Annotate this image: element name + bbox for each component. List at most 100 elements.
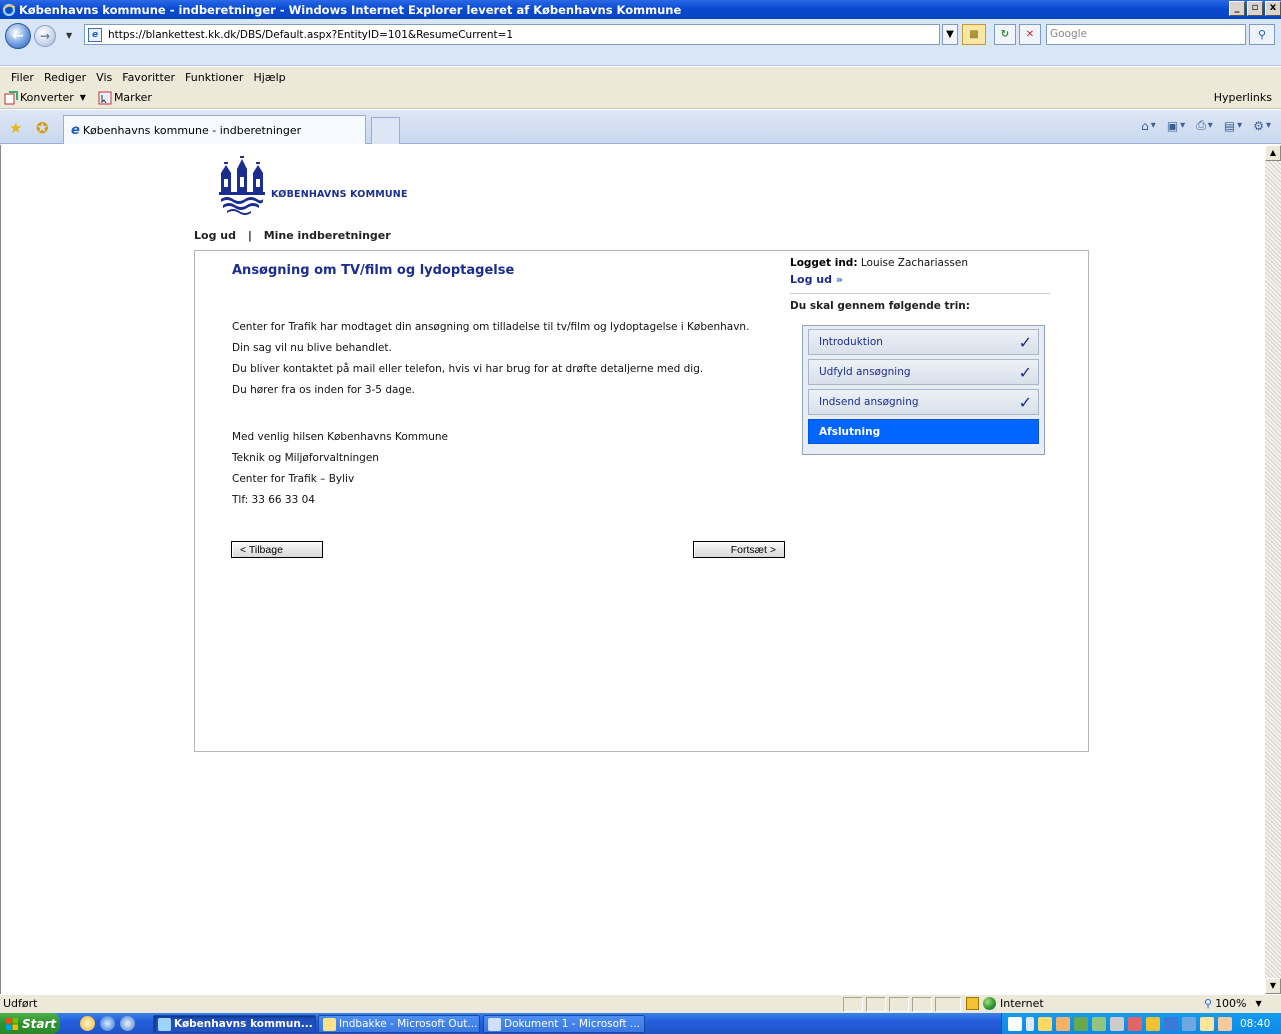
system-tray: 08:40: [1001, 1013, 1281, 1034]
quicklaunch-desktop-icon[interactable]: [120, 1016, 135, 1031]
search-input[interactable]: Google: [1046, 24, 1246, 45]
taskbar-item-word[interactable]: Dokument 1 - Microsoft ...: [483, 1015, 645, 1033]
logged-in-status: Logget ind: Louise Zachariassen: [790, 257, 968, 269]
forward-arrow-icon[interactable]: →: [34, 25, 56, 47]
step-label: Introduktion: [819, 336, 883, 348]
minimize-button[interactable]: _: [1229, 1, 1245, 16]
zoom-dropdown-icon[interactable]: ▼: [1256, 999, 1262, 1008]
quicklaunch-ie-icon[interactable]: [100, 1016, 115, 1031]
page-menu-icon[interactable]: ▤ ▾: [1224, 119, 1242, 133]
refresh-icon[interactable]: ↻: [994, 24, 1016, 45]
my-reports-link[interactable]: Mine indberetninger: [264, 229, 391, 242]
antivirus-icon[interactable]: [1128, 1016, 1142, 1031]
security-zone[interactable]: Internet: [966, 997, 1044, 1010]
step-completion[interactable]: Afslutning: [808, 419, 1039, 444]
start-label: Start: [22, 1016, 57, 1031]
command-bar: ⌂ ▾ ▣ ▾ ⎙ ▾ ▤ ▾ ⚙ ▾: [1141, 118, 1271, 133]
step-label: Afslutning: [819, 425, 881, 438]
security-icon[interactable]: [1092, 1016, 1106, 1031]
back-arrow-icon[interactable]: ←: [5, 23, 31, 49]
add-favorites-icon[interactable]: ✪: [36, 119, 49, 137]
checkmark-icon: ✓: [1018, 362, 1032, 382]
hyperlinks-link[interactable]: Hyperlinks: [1214, 91, 1272, 104]
convert-dropdown-icon[interactable]: ▼: [80, 93, 86, 102]
pdf-toolbar: Konverter ▼ Marker Hyperlinks: [0, 87, 1281, 109]
tools-gear-icon[interactable]: ⚙ ▾: [1253, 119, 1271, 133]
url-dropdown-icon[interactable]: ▼: [942, 24, 958, 45]
vertical-scrollbar[interactable]: ▲ ▼: [1265, 145, 1281, 994]
network-icon[interactable]: [1074, 1016, 1088, 1031]
zoom-control[interactable]: ⚲ 100% ▼: [1204, 997, 1262, 1010]
signature-line: Tlf: 33 66 33 04: [232, 494, 315, 506]
history-dropdown-icon[interactable]: ▼: [66, 31, 72, 40]
ie-page-icon: e: [71, 122, 80, 138]
print-icon[interactable]: ⎙ ▾: [1196, 118, 1213, 133]
window-title: Københavns kommune - indberetninger - Wi…: [19, 2, 682, 17]
double-arrow-icon: »: [835, 273, 843, 286]
menu-view[interactable]: Vis: [91, 71, 117, 84]
body-text-line: Du bliver kontaktet på mail eller telefo…: [232, 363, 704, 375]
scroll-down-icon[interactable]: ▼: [1265, 978, 1281, 994]
logged-in-label: Logget ind:: [790, 257, 858, 269]
checkmark-icon: ✓: [1018, 332, 1032, 352]
display-icon[interactable]: [1164, 1016, 1178, 1031]
menu-tools[interactable]: Funktioner: [180, 71, 248, 84]
maximize-button[interactable]: ▫: [1247, 1, 1263, 16]
menu-file[interactable]: Filer: [6, 71, 39, 84]
status-bar: Udført Internet ⚲ 100% ▼: [0, 994, 1281, 1013]
tab-row: ★ ✪ e Københavns kommune - indberetninge…: [0, 110, 1281, 144]
menu-favorites[interactable]: Favoritter: [117, 71, 180, 84]
sync-icon[interactable]: [1110, 1016, 1124, 1031]
status-cell: [843, 997, 863, 1012]
update-icon[interactable]: [1146, 1016, 1160, 1031]
signature-line: Center for Trafik – Byliv: [232, 473, 355, 485]
logout-link-label[interactable]: Log ud: [790, 273, 832, 286]
lock-icon[interactable]: ▩: [962, 24, 986, 45]
mail-icon[interactable]: [1038, 1016, 1052, 1031]
content-box: Ansøgning om TV/film og lydoptagelse Cen…: [194, 250, 1089, 752]
close-button[interactable]: x: [1265, 1, 1281, 16]
step-submit-application[interactable]: Indsend ansøgning ✓: [808, 389, 1039, 415]
logout-nav-link[interactable]: Log ud: [194, 229, 236, 242]
help-icon[interactable]: [1008, 1016, 1022, 1031]
select-label: Marker: [113, 91, 152, 104]
favorites-star-icon[interactable]: ★: [9, 119, 22, 137]
status-cell: [866, 997, 886, 1012]
taskbar-item-outlook[interactable]: Indbakke - Microsoft Out...: [318, 1015, 480, 1033]
select-button[interactable]: Marker: [98, 91, 152, 105]
back-button[interactable]: < Tilbage: [231, 541, 323, 558]
nav-separator: |: [247, 229, 252, 242]
taskbar-item-label: Dokument 1 - Microsoft ...: [504, 1018, 640, 1030]
stop-icon[interactable]: ✕: [1019, 24, 1041, 45]
convert-button[interactable]: Konverter ▼: [4, 90, 86, 105]
menu-edit[interactable]: Rediger: [39, 71, 91, 84]
taskbar-item-ie[interactable]: Københavns kommun...: [153, 1015, 316, 1033]
continue-button[interactable]: Fortsæt >: [693, 541, 785, 558]
step-introduction[interactable]: Introduktion ✓: [808, 329, 1039, 355]
tab-active[interactable]: e Københavns kommune - indberetninger: [63, 115, 366, 144]
step-fill-application[interactable]: Udfyld ansøgning ✓: [808, 359, 1039, 385]
user-icon[interactable]: [1218, 1016, 1232, 1031]
quicklaunch-outlook-icon[interactable]: [80, 1016, 95, 1031]
scroll-up-icon[interactable]: ▲: [1265, 145, 1281, 161]
menu-help[interactable]: Hjælp: [248, 71, 290, 84]
feeds-icon[interactable]: ▣ ▾: [1167, 119, 1185, 133]
tray-arrow-icon[interactable]: [1026, 1016, 1034, 1031]
connection-icon[interactable]: [1182, 1016, 1196, 1031]
home-icon[interactable]: ⌂ ▾: [1141, 119, 1156, 133]
new-tab-button[interactable]: [371, 117, 400, 144]
windows-logo-icon: [6, 1017, 18, 1030]
internet-globe-icon: [983, 997, 996, 1010]
start-button[interactable]: Start: [0, 1013, 60, 1034]
status-text: Udført: [3, 997, 38, 1010]
shield-icon[interactable]: [1200, 1016, 1214, 1031]
internet-explorer-icon: [2, 3, 16, 16]
page-icon: e: [88, 27, 102, 42]
page-title: Ansøgning om TV/film og lydoptagelse: [232, 263, 515, 278]
outlook-tray-icon[interactable]: [1056, 1016, 1070, 1031]
url-field[interactable]: e https://blankettest.kk.dk/DBS/Default.…: [84, 24, 940, 45]
search-icon[interactable]: ⚲: [1249, 24, 1275, 45]
convert-label: Konverter: [20, 91, 74, 104]
logout-link[interactable]: Log ud »: [790, 273, 843, 286]
url-text[interactable]: https://blankettest.kk.dk/DBS/Default.as…: [108, 29, 513, 41]
